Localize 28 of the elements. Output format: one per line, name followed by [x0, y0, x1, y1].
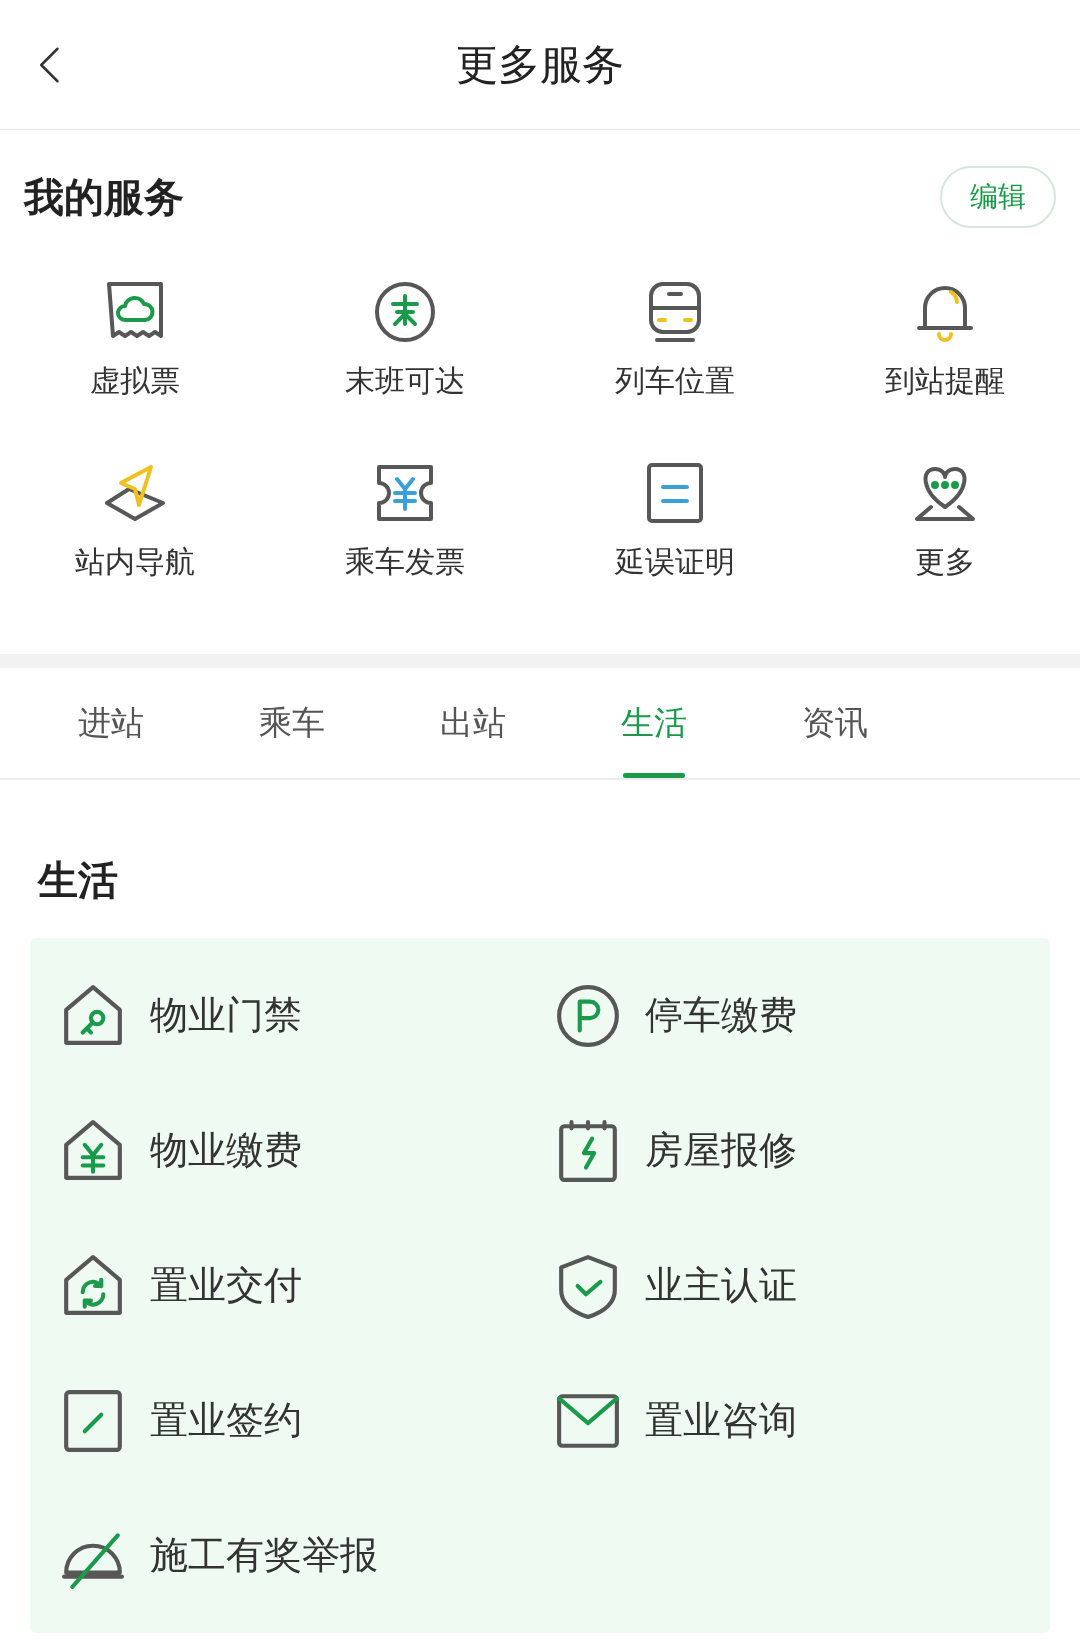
edit-button[interactable]: 编辑 [940, 166, 1056, 228]
service-item[interactable]: 物业缴费 [150, 1122, 302, 1179]
tab[interactable]: 进站 [20, 668, 201, 778]
service-item[interactable]: 物业门禁 [150, 987, 302, 1044]
service-item[interactable]: 末班可达 [345, 358, 465, 403]
service-item[interactable]: 列车位置 [615, 358, 735, 403]
service-item[interactable]: 置业咨询 [645, 1392, 797, 1449]
tab[interactable]: 出站 [382, 668, 563, 778]
parking-icon [555, 982, 621, 1049]
page-title: 更多服务 [456, 39, 624, 91]
service-item[interactable]: 业主认证 [645, 1257, 797, 1314]
service-item[interactable]: 乘车发票 [345, 539, 465, 584]
service-item[interactable]: 停车缴费 [645, 987, 797, 1044]
service-item[interactable]: 置业签约 [150, 1392, 302, 1449]
circle-badge-icon [373, 280, 437, 344]
section-title: 生活 [36, 856, 119, 905]
tab[interactable]: 资讯 [744, 668, 925, 778]
service-item[interactable]: 延误证明 [615, 539, 735, 584]
service-item[interactable]: 房屋报修 [645, 1122, 797, 1179]
service-item[interactable]: 站内导航 [75, 539, 195, 584]
section-title: 我的服务 [24, 173, 184, 222]
tab[interactable]: 乘车 [201, 668, 382, 778]
service-item[interactable]: 更多 [915, 539, 975, 584]
service-item[interactable]: 到站提醒 [885, 358, 1005, 403]
service-item[interactable]: 置业交付 [150, 1257, 302, 1314]
service-item[interactable]: 虚拟票 [90, 358, 180, 403]
service-item[interactable]: 施工有奖举报 [150, 1527, 378, 1584]
tab[interactable]: 生活 [563, 668, 744, 778]
